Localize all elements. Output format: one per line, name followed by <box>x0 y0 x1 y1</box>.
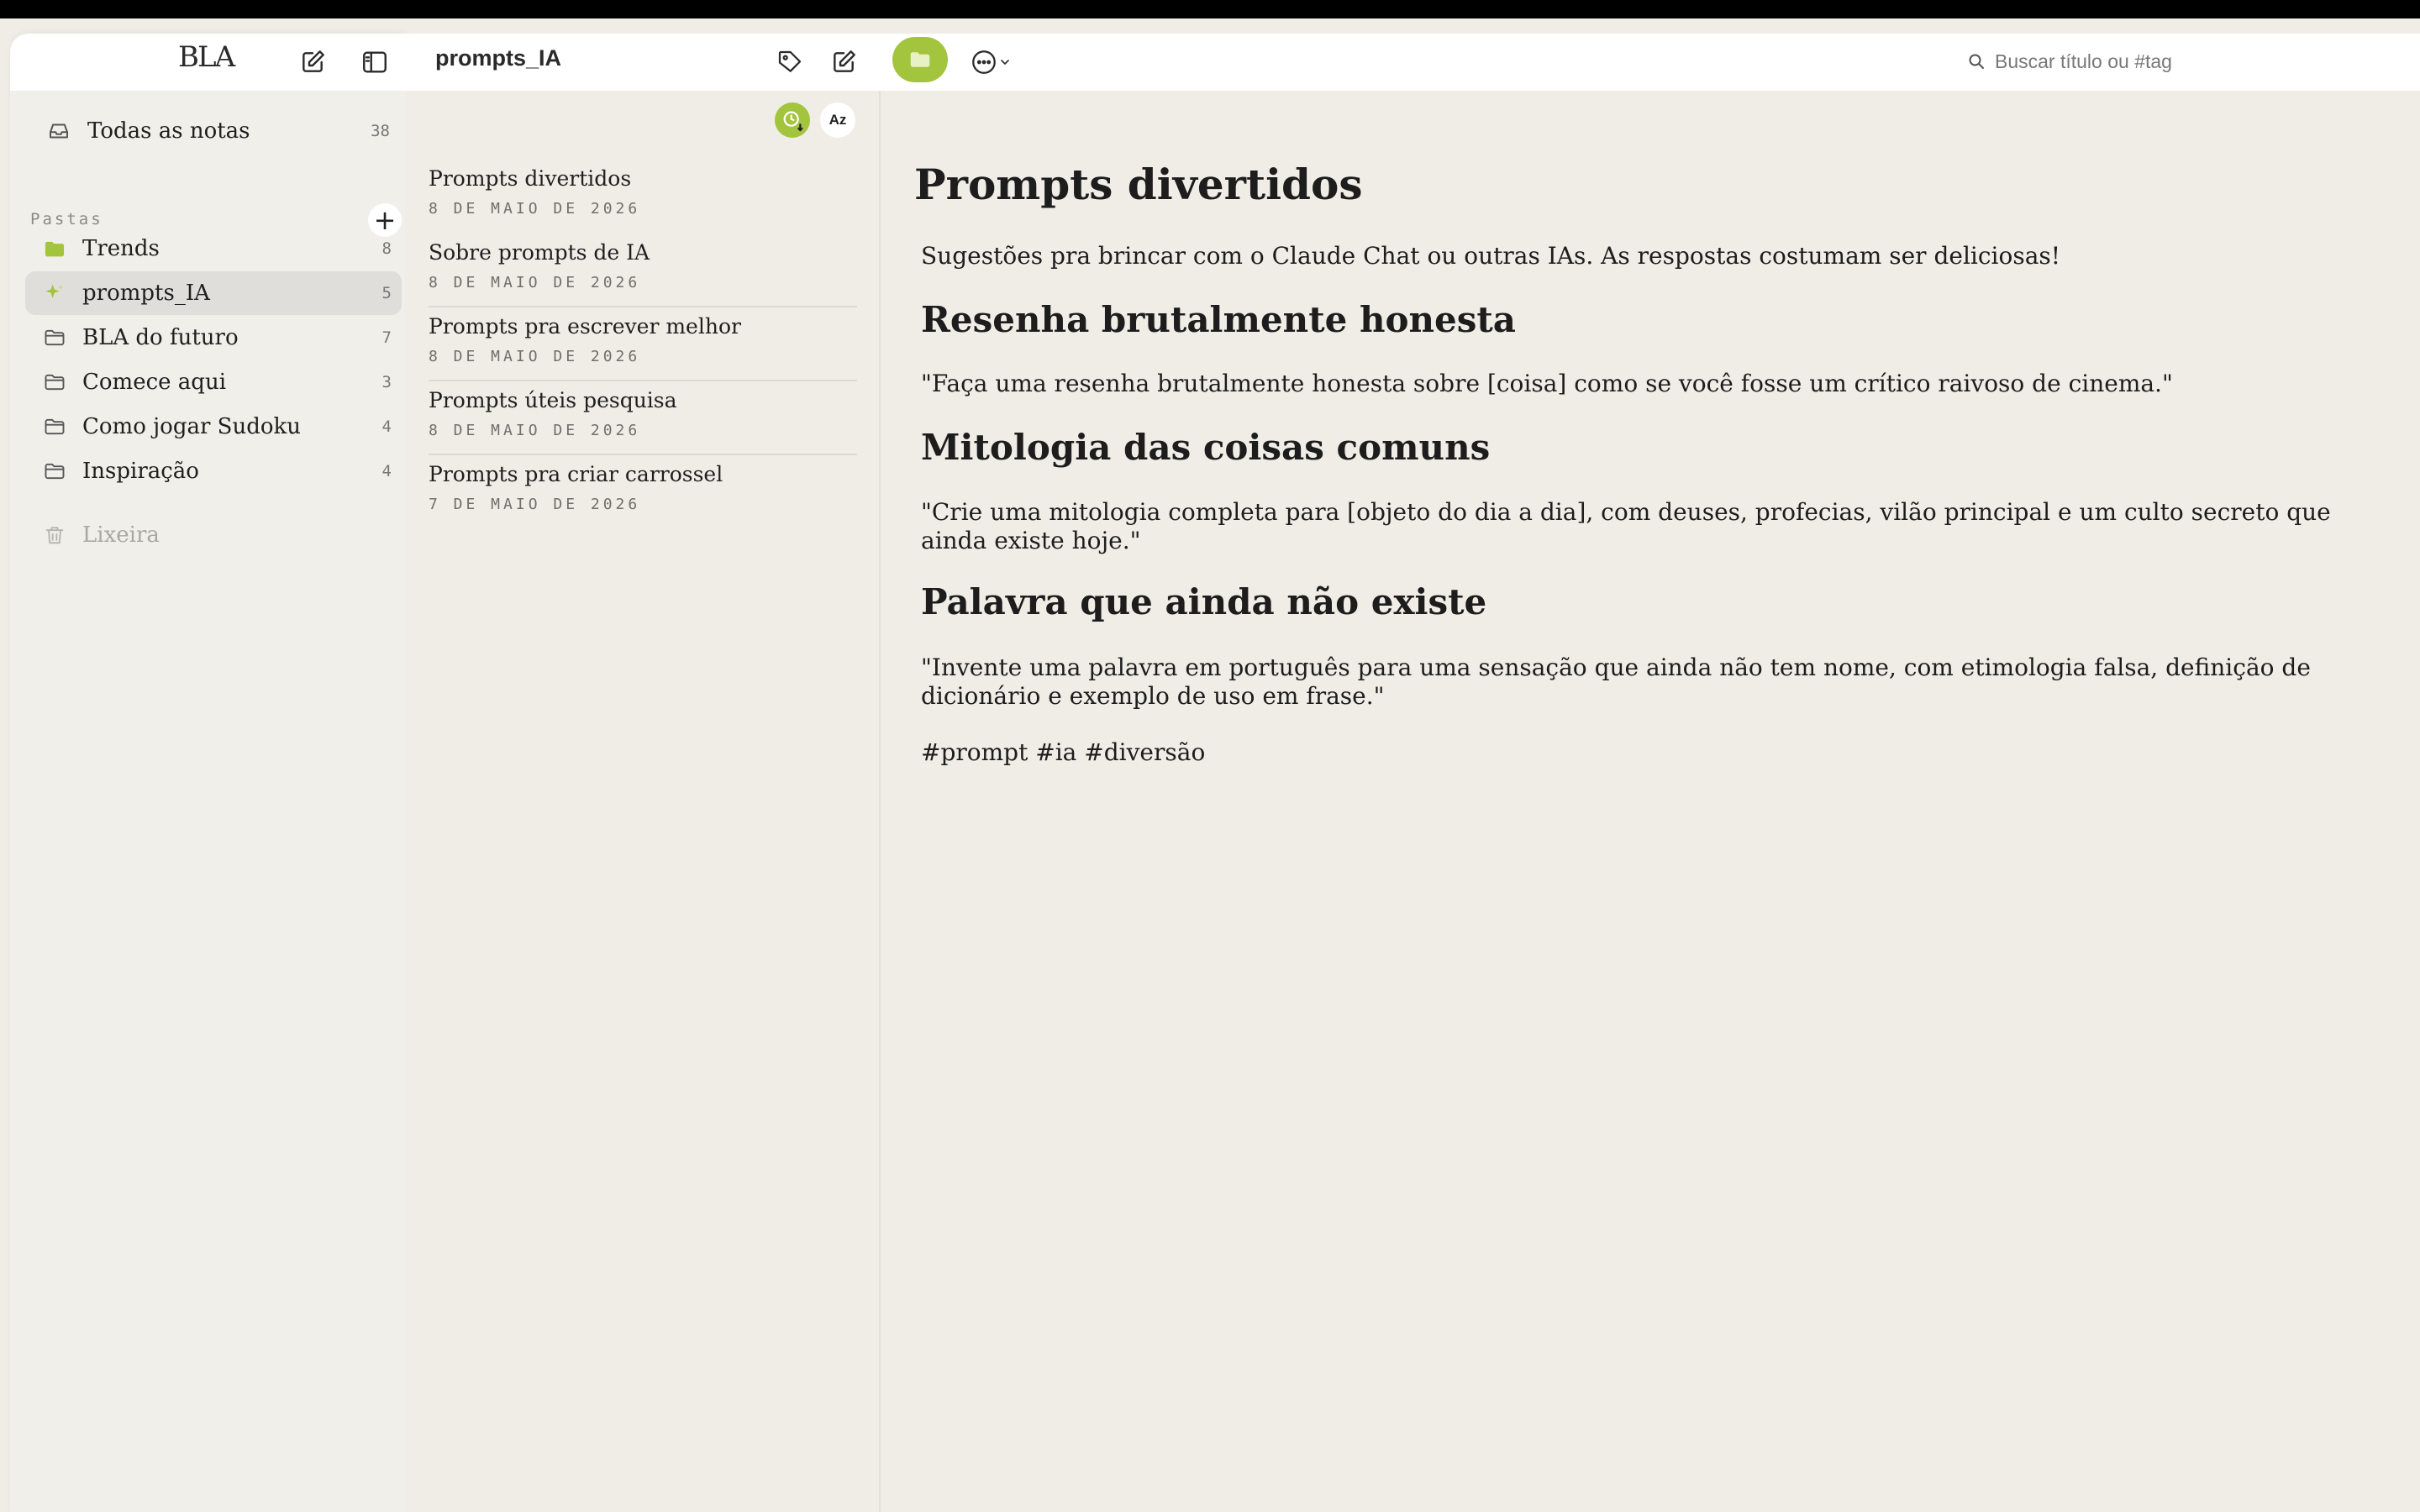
note-title: Prompts pra escrever melhor <box>429 314 741 339</box>
sidebar-header: BLA <box>10 34 405 91</box>
all-notes-label: Todas as notas <box>87 118 250 144</box>
note-editor: Prompts divertidos Sugestões pra brincar… <box>881 34 2420 1512</box>
sidebar-item-bla-do-futuro[interactable]: BLA do futuro 7 <box>25 316 402 360</box>
new-note-in-folder-button[interactable] <box>822 40 865 84</box>
tag-icon <box>778 50 802 72</box>
note-list-item[interactable]: Prompts divertidos 8 DE MAIO DE 2026 <box>429 158 859 232</box>
note-title: Prompts divertidos <box>429 166 632 191</box>
folders-section-label: Pastas <box>30 210 103 228</box>
all-notes-count: 38 <box>371 122 390 140</box>
sidebar-item-label: Inspiração <box>82 459 199 484</box>
sidebar-item-count: 8 <box>381 239 392 258</box>
sort-by-date-button[interactable] <box>775 102 810 138</box>
tag-button[interactable] <box>768 40 812 84</box>
sidebar-item-count: 4 <box>381 417 392 436</box>
chevron-down-icon <box>1001 60 1009 65</box>
sidebar-item-label: Comece aqui <box>82 370 227 395</box>
section-body[interactable]: "Crie uma mitologia completa para [objet… <box>921 498 2383 555</box>
note-list-item[interactable]: Sobre prompts de IA 8 DE MAIO DE 2026 <box>429 232 859 307</box>
sidebar: BLA Todas as notas 38 Pastas + Trends 8 … <box>10 34 405 1512</box>
note-tags[interactable]: #prompt #ia #diversão <box>921 738 2383 767</box>
sidebar-item-label: prompts_IA <box>82 281 210 306</box>
search-field[interactable] <box>1951 37 2413 86</box>
folder-filled-icon <box>40 234 69 263</box>
sidebar-item-label: Como jogar Sudoku <box>82 414 302 439</box>
section-body[interactable]: "Faça uma resenha brutalmente honesta so… <box>921 370 2383 398</box>
folder-icon <box>40 368 69 396</box>
note-date: 8 DE MAIO DE 2026 <box>429 348 641 365</box>
all-notes-item[interactable]: Todas as notas 38 <box>29 109 398 153</box>
new-note-button[interactable] <box>292 42 333 82</box>
folder-icon <box>40 457 69 486</box>
note-folder-button[interactable] <box>892 37 948 82</box>
sidebar-item-trends[interactable]: Trends 8 <box>25 227 402 270</box>
sidebar-item-count: 4 <box>381 462 392 480</box>
note-list-item[interactable]: Prompts pra criar carrossel 7 DE MAIO DE… <box>429 454 859 528</box>
note-title: Prompts úteis pesquisa <box>429 388 677 412</box>
top-edge-bar <box>0 0 2420 18</box>
note-intro-paragraph[interactable]: Sugestões pra brincar com o Claude Chat … <box>921 242 2383 270</box>
section-heading[interactable]: Palavra que ainda não existe <box>921 581 1486 622</box>
compose-icon <box>834 50 855 72</box>
sidebar-item-count: 3 <box>381 373 392 391</box>
sidebar-item-label: Lixeira <box>82 522 160 548</box>
note-title: Sobre prompts de IA <box>429 240 650 265</box>
editor-toolbar <box>881 34 2420 91</box>
app-logo: BLA <box>178 40 235 74</box>
folder-title: prompts_IA <box>435 45 562 71</box>
sidebar-toggle-icon <box>363 51 387 73</box>
trash-icon <box>40 521 69 549</box>
note-list-item[interactable]: Prompts úteis pesquisa 8 DE MAIO DE 2026 <box>429 380 859 455</box>
note-list-item[interactable]: Prompts pra escrever melhor 8 DE MAIO DE… <box>429 306 859 381</box>
section-heading[interactable]: Mitologia das coisas comuns <box>921 427 1490 468</box>
folder-icon <box>40 412 69 441</box>
sidebar-item-trash[interactable]: Lixeira <box>25 513 402 557</box>
inbox-icon <box>44 116 74 146</box>
sidebar-item-comece-aqui[interactable]: Comece aqui 3 <box>25 360 402 404</box>
sidebar-item-count: 5 <box>381 284 392 302</box>
note-title: Prompts pra criar carrossel <box>429 462 723 486</box>
note-date: 8 DE MAIO DE 2026 <box>429 200 641 218</box>
note-list-header: prompts_IA <box>405 34 881 91</box>
sort-alphabetical-button[interactable]: Az <box>820 102 855 138</box>
sidebar-item-prompts-ia[interactable]: prompts_IA 5 <box>25 271 402 315</box>
compose-icon <box>302 50 324 72</box>
search-icon <box>1965 50 1988 73</box>
sidebar-item-label: BLA do futuro <box>82 325 239 350</box>
sidebar-item-como-jogar-sudoku[interactable]: Como jogar Sudoku 4 <box>25 405 402 449</box>
sparkle-icon <box>40 279 69 307</box>
sidebar-item-count: 7 <box>381 328 392 347</box>
toggle-sidebar-button[interactable] <box>355 42 395 82</box>
more-options-button[interactable] <box>965 42 1017 82</box>
note-title-heading[interactable]: Prompts divertidos <box>914 160 1363 209</box>
note-date: 8 DE MAIO DE 2026 <box>429 422 641 439</box>
note-date: 7 DE MAIO DE 2026 <box>429 496 641 513</box>
ellipsis-circle-icon <box>972 50 996 74</box>
folder-icon <box>40 323 69 352</box>
folder-filled-icon <box>910 52 930 67</box>
section-heading[interactable]: Resenha brutalmente honesta <box>921 299 1516 340</box>
sidebar-item-inspiracao[interactable]: Inspiração 4 <box>25 449 402 493</box>
note-date: 8 DE MAIO DE 2026 <box>429 274 641 291</box>
clock-sort-icon <box>783 111 803 132</box>
search-input[interactable] <box>1995 50 2398 73</box>
section-body[interactable]: "Invente uma palavra em português para u… <box>921 654 2383 711</box>
sidebar-item-label: Trends <box>82 236 160 261</box>
note-list-panel: prompts_IA Az Prompts divertidos 8 DE MA… <box>405 34 881 1512</box>
